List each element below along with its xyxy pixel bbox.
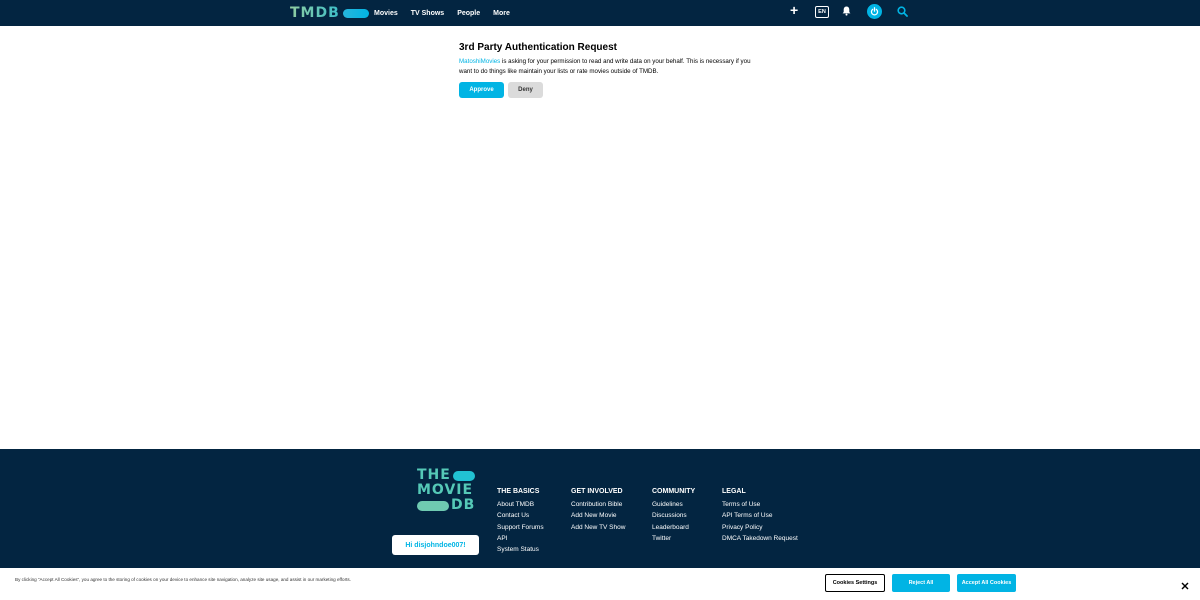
cookies-settings-button[interactable]: Cookies Settings — [825, 574, 885, 592]
nav-tv-shows[interactable]: TV Shows — [411, 10, 444, 17]
page-title: 3rd Party Authentication Request — [459, 42, 617, 53]
tmdb-logo[interactable]: TMDB — [290, 4, 369, 22]
footer-column-get-involved: GET INVOLVED Contribution Bible Add New … — [571, 488, 625, 533]
logo-pill-icon — [417, 500, 449, 511]
footer-link[interactable]: Add New TV Show — [571, 522, 625, 533]
footer-column-legal: LEGAL Terms of Use API Terms of Use Priv… — [722, 488, 798, 544]
bell-icon[interactable] — [842, 6, 851, 16]
footer-link[interactable]: DMCA Takedown Request — [722, 533, 798, 544]
nav-more[interactable]: More — [493, 10, 510, 17]
logo-pill-icon — [452, 470, 475, 481]
cookie-notice-text: By clicking “Accept All Cookies”, you ag… — [15, 577, 351, 582]
nav-people[interactable]: People — [457, 10, 480, 17]
footer-heading: LEGAL — [722, 488, 746, 495]
footer-column-basics: THE BASICS About TMDB Contact Us Support… — [497, 488, 544, 555]
footer-link[interactable]: Twitter — [652, 533, 695, 544]
footer-link[interactable]: Guidelines — [652, 499, 695, 510]
top-nav-bar: TMDB Movies TV Shows People More + EN — [0, 0, 1200, 26]
header-actions: + EN — [788, 0, 913, 26]
footer-link[interactable]: System Status — [497, 544, 544, 555]
cookie-banner: By clicking “Accept All Cookies”, you ag… — [0, 568, 1200, 600]
footer-link[interactable]: Leaderboard — [652, 522, 695, 533]
main-nav: Movies TV Shows People More — [374, 0, 523, 26]
footer-link[interactable]: About TMDB — [497, 499, 544, 510]
auth-description: MatoshiMovies is asking for your permiss… — [459, 57, 759, 76]
footer-link[interactable]: Discussions — [652, 510, 695, 521]
logo-pill-icon — [342, 8, 369, 18]
footer-link[interactable]: Privacy Policy — [722, 522, 798, 533]
footer-link[interactable]: API Terms of Use — [722, 510, 798, 521]
footer-heading: THE BASICS — [497, 488, 540, 495]
language-selector[interactable]: EN — [815, 6, 829, 18]
reject-all-button[interactable]: Reject All — [892, 574, 950, 592]
footer-link[interactable]: Terms of Use — [722, 499, 798, 510]
logo-text: TMDB — [290, 5, 340, 21]
footer-link[interactable]: Support Forums — [497, 522, 544, 533]
footer-column-community: COMMUNITY Guidelines Discussions Leaderb… — [652, 488, 695, 544]
app-name-link[interactable]: MatoshiMovies — [459, 58, 500, 65]
approve-button[interactable]: Approve — [459, 82, 504, 98]
footer-heading: COMMUNITY — [652, 488, 696, 495]
power-icon[interactable] — [867, 4, 882, 19]
footer-link[interactable]: Add New Movie — [571, 510, 625, 521]
nav-movies[interactable]: Movies — [374, 10, 398, 17]
user-greeting-button[interactable]: Hi disjohndoe007! — [392, 535, 479, 555]
footer-link[interactable]: Contact Us — [497, 510, 544, 521]
accept-all-cookies-button[interactable]: Accept All Cookies — [957, 574, 1016, 592]
logo-line-the: THE — [417, 467, 451, 483]
search-icon[interactable] — [897, 6, 908, 17]
deny-button[interactable]: Deny — [508, 82, 543, 98]
footer-link[interactable]: Contribution Bible — [571, 499, 625, 510]
auth-actions: Approve Deny — [459, 82, 759, 98]
footer-heading: GET INVOLVED — [571, 488, 623, 495]
logo-line-movie: MOVIE — [417, 482, 474, 498]
logo-line-db: DB — [451, 497, 476, 513]
footer-link[interactable]: API — [497, 533, 544, 544]
auth-description-text: is asking for your permission to read an… — [459, 58, 751, 75]
plus-icon[interactable]: + — [790, 3, 798, 17]
close-icon[interactable] — [1180, 578, 1190, 590]
auth-request-panel: 3rd Party Authentication Request Matoshi… — [459, 42, 759, 98]
footer-logo[interactable]: THE MOVIE DB — [417, 468, 481, 513]
